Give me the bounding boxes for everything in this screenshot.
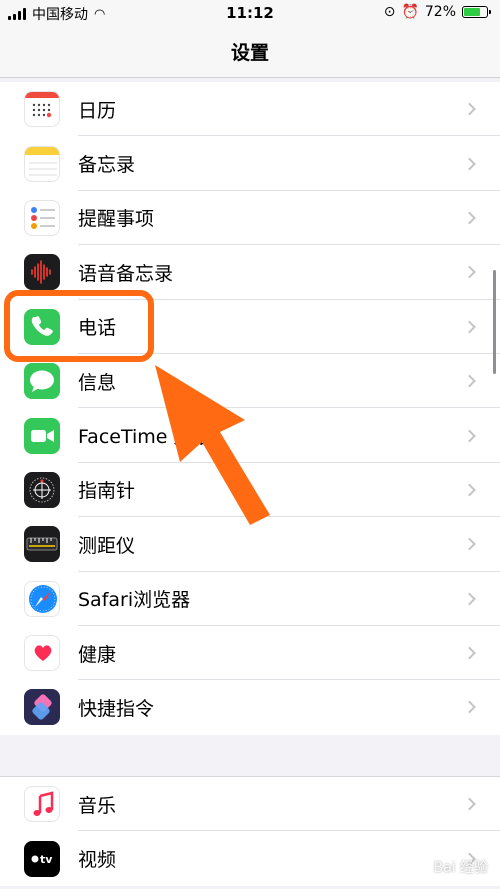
chevron-right-icon — [463, 320, 476, 334]
reminders-icon — [24, 199, 60, 236]
settings-row-label: 音乐 — [78, 794, 117, 817]
alarm-icon: ⏰ — [401, 4, 419, 20]
status-bar: 中国移动 ◠ 11:12 ⊙ ⏰ 72% — [0, 0, 500, 26]
settings-row-safari[interactable]: Safari浏览器 — [0, 572, 500, 627]
chevron-right-icon — [463, 483, 476, 497]
settings-row-label: 日历 — [78, 99, 117, 122]
chevron-right-icon — [463, 592, 476, 606]
scroll-indicator[interactable] — [493, 270, 496, 374]
settings-row-tv[interactable]: tv 视频 — [0, 831, 500, 885]
settings-group-media: 音乐 tv 视频 — [0, 776, 500, 886]
orientation-lock-icon: ⊙ — [383, 4, 396, 20]
facetime-icon — [24, 417, 60, 454]
settings-row-label: 备忘录 — [78, 154, 136, 177]
chevron-right-icon — [463, 537, 476, 551]
compass-icon — [24, 471, 60, 508]
chevron-right-icon — [463, 265, 476, 279]
settings-row-label: 提醒事项 — [78, 208, 155, 231]
settings-row-label: 信息 — [78, 371, 117, 394]
chevron-right-icon — [463, 211, 476, 225]
battery-percent: 72% — [424, 4, 456, 20]
chevron-right-icon — [463, 701, 476, 714]
settings-row-label: 语音备忘录 — [78, 262, 174, 285]
watermark: Bai 经验 — [433, 860, 488, 876]
settings-row-health[interactable]: 健康 — [0, 626, 500, 681]
chevron-right-icon — [463, 646, 476, 660]
status-right: ⊙ ⏰ 72% — [383, 4, 491, 20]
tv-icon: tv — [24, 840, 60, 877]
chevron-right-icon — [463, 102, 476, 116]
settings-row-label: 健康 — [78, 643, 117, 666]
battery-icon — [462, 6, 491, 18]
settings-row-notes[interactable]: 备忘录 — [0, 136, 500, 192]
calendar-icon — [24, 91, 60, 128]
voice-memos-icon — [24, 254, 60, 291]
svg-text:tv: tv — [40, 853, 53, 866]
page-title: 设置 — [230, 42, 269, 64]
settings-row-reminders[interactable]: 提醒事项 — [0, 191, 500, 246]
settings-row-label: Safari浏览器 — [78, 589, 191, 612]
phone-row-highlight — [4, 290, 154, 362]
settings-row-label: 快捷指令 — [78, 697, 155, 720]
settings-row-label: 视频 — [78, 849, 117, 872]
health-icon — [24, 635, 60, 672]
chevron-right-icon — [463, 157, 476, 170]
settings-row-music[interactable]: 音乐 — [0, 777, 500, 832]
shortcuts-icon — [24, 689, 60, 726]
settings-row-label: 测距仪 — [78, 534, 136, 557]
pointer-arrow — [155, 365, 270, 525]
chevron-right-icon — [463, 374, 476, 388]
chevron-right-icon — [463, 429, 476, 442]
settings-row-calendar[interactable]: 日历 — [0, 82, 500, 137]
nav-bar: 设置 — [0, 26, 500, 78]
notes-icon — [24, 145, 60, 182]
safari-icon — [24, 580, 60, 617]
music-icon — [24, 786, 60, 823]
settings-row-shortcuts[interactable]: 快捷指令 — [0, 680, 500, 734]
messages-icon — [24, 363, 60, 400]
measure-icon — [24, 526, 60, 563]
settings-row-label: 指南针 — [78, 480, 136, 503]
chevron-right-icon — [463, 797, 476, 811]
